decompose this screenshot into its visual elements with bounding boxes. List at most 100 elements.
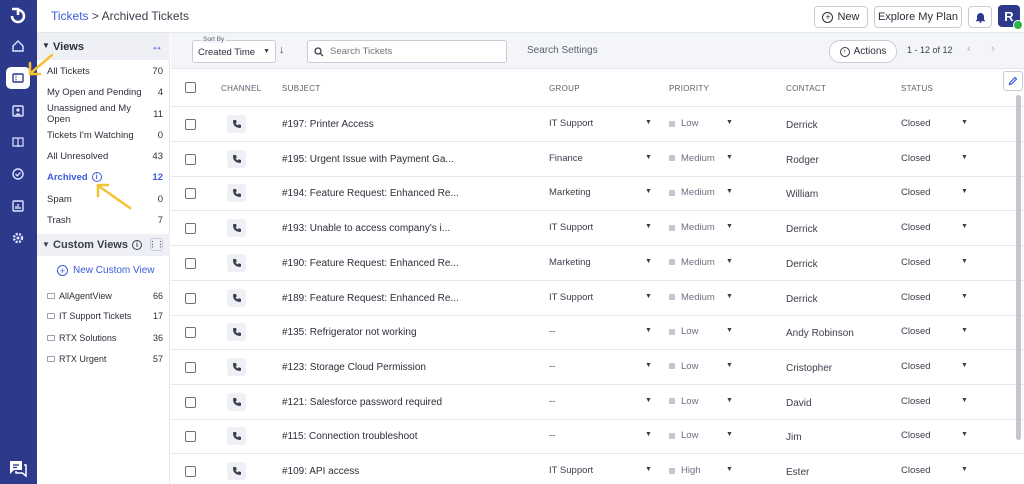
custom-view-item-it-support[interactable]: IT Support Tickets 17 <box>47 308 163 324</box>
vertical-scrollbar[interactable] <box>1016 95 1021 440</box>
prev-page-icon[interactable]: ‹ <box>967 43 971 55</box>
group-dropdown-caret-icon[interactable]: ▼ <box>645 431 652 438</box>
row-checkbox[interactable] <box>185 361 196 373</box>
row-checkbox[interactable] <box>185 431 196 443</box>
contact-value[interactable]: Derrick <box>786 224 818 235</box>
contact-value[interactable]: David <box>786 398 812 409</box>
table-row[interactable]: #193: Unable to access company's i... IT … <box>171 211 1024 247</box>
settings-gear-icon[interactable] <box>6 227 30 249</box>
status-dropdown-caret-icon[interactable]: ▼ <box>961 466 968 473</box>
table-row[interactable]: #189: Feature Request: Enhanced Re... IT … <box>171 281 1024 316</box>
priority-dropdown-caret-icon[interactable]: ▼ <box>726 431 733 438</box>
table-row[interactable]: #197: Printer Access IT Support ▼ Low ▼ Derri… <box>171 107 1024 142</box>
table-row[interactable]: #190: Feature Request: Enhanced Re... Mar… <box>171 246 1024 281</box>
new-button[interactable]: + New <box>814 6 868 28</box>
search-box[interactable] <box>307 40 507 63</box>
select-all-checkbox[interactable] <box>185 82 196 93</box>
knowledge-base-icon[interactable] <box>6 131 30 153</box>
status-dropdown-caret-icon[interactable]: ▼ <box>961 223 968 230</box>
group-dropdown-caret-icon[interactable]: ▼ <box>645 327 652 334</box>
drag-handle-icon[interactable]: ⋮⋮ <box>149 238 165 251</box>
search-input[interactable] <box>330 46 490 57</box>
contact-value[interactable]: William <box>786 189 818 200</box>
view-item-all-tickets[interactable]: All Tickets 70 <box>47 62 163 80</box>
priority-dropdown-caret-icon[interactable]: ▼ <box>726 119 733 126</box>
new-custom-view-button[interactable]: + New Custom View <box>57 265 155 276</box>
custom-view-item-rtx-urgent[interactable]: RTX Urgent 57 <box>47 351 163 367</box>
sort-by-select[interactable]: Sort By Created Time ▼ <box>192 36 276 63</box>
priority-dropdown-caret-icon[interactable]: ▼ <box>726 327 733 334</box>
view-item-all-unresolved[interactable]: All Unresolved 43 <box>47 147 163 165</box>
contact-value[interactable]: Jim <box>786 432 802 443</box>
ticket-subject-link[interactable]: #197: Printer Access <box>282 119 462 130</box>
status-dropdown-caret-icon[interactable]: ▼ <box>961 397 968 404</box>
actions-button[interactable]: › Actions <box>829 40 897 63</box>
edit-columns-button[interactable] <box>1003 71 1023 91</box>
custom-view-item-rtx-solutions[interactable]: RTX Solutions 36 <box>47 330 163 346</box>
ticket-subject-link[interactable]: #123: Storage Cloud Permission <box>282 362 462 373</box>
ticket-subject-link[interactable]: #115: Connection troubleshoot <box>282 431 462 442</box>
status-dropdown-caret-icon[interactable]: ▼ <box>961 188 968 195</box>
col-subject[interactable]: SUBJECT <box>282 84 321 93</box>
status-dropdown-caret-icon[interactable]: ▼ <box>961 293 968 300</box>
priority-dropdown-caret-icon[interactable]: ▼ <box>726 362 733 369</box>
next-page-icon[interactable]: › <box>991 43 995 55</box>
row-checkbox[interactable] <box>185 257 196 269</box>
ticket-subject-link[interactable]: #195: Urgent Issue with Payment Ga... <box>282 154 462 165</box>
priority-dropdown-caret-icon[interactable]: ▼ <box>726 188 733 195</box>
table-row[interactable]: #135: Refrigerator not working -- ▼ Low ▼ And… <box>171 315 1024 351</box>
table-row[interactable]: #195: Urgent Issue with Payment Ga... Fin… <box>171 142 1024 177</box>
col-group[interactable]: GROUP <box>549 84 580 93</box>
priority-dropdown-caret-icon[interactable]: ▼ <box>726 223 733 230</box>
col-channel[interactable]: CHANNEL <box>221 84 261 93</box>
group-dropdown-caret-icon[interactable]: ▼ <box>645 154 652 161</box>
contact-value[interactable]: Andy Robinson <box>786 328 854 339</box>
row-checkbox[interactable] <box>185 292 196 304</box>
group-dropdown-caret-icon[interactable]: ▼ <box>645 466 652 473</box>
status-dropdown-caret-icon[interactable]: ▼ <box>961 258 968 265</box>
contact-value[interactable]: Ester <box>786 467 809 478</box>
group-dropdown-caret-icon[interactable]: ▼ <box>645 362 652 369</box>
group-dropdown-caret-icon[interactable]: ▼ <box>645 397 652 404</box>
contact-value[interactable]: Derrick <box>786 294 818 305</box>
row-checkbox[interactable] <box>185 466 196 477</box>
contact-value[interactable]: Derrick <box>786 120 818 131</box>
view-item-my-open-pending[interactable]: My Open and Pending 4 <box>47 83 163 101</box>
contact-value[interactable]: Derrick <box>786 259 818 270</box>
group-dropdown-caret-icon[interactable]: ▼ <box>645 188 652 195</box>
table-row[interactable]: #194: Feature Request: Enhanced Re... Mar… <box>171 176 1024 212</box>
ticket-subject-link[interactable]: #109: API access <box>282 466 462 477</box>
priority-dropdown-caret-icon[interactable]: ▼ <box>726 154 733 161</box>
view-item-unassigned-my-open[interactable]: Unassigned and My Open 11 <box>47 103 163 125</box>
table-row[interactable]: #121: Salesforce password required -- ▼ Low… <box>171 385 1024 420</box>
tasks-icon[interactable] <box>6 163 30 185</box>
group-dropdown-caret-icon[interactable]: ▼ <box>645 223 652 230</box>
table-row[interactable]: #109: API access IT Support ▼ High ▼ Ester Clo… <box>171 454 1024 484</box>
ticket-subject-link[interactable]: #121: Salesforce password required <box>282 397 462 408</box>
row-checkbox[interactable] <box>185 396 196 408</box>
priority-dropdown-caret-icon[interactable]: ▼ <box>726 293 733 300</box>
row-checkbox[interactable] <box>185 188 196 200</box>
table-row[interactable]: #115: Connection troubleshoot -- ▼ Low ▼ Jim C… <box>171 419 1024 455</box>
info-icon[interactable]: i <box>91 172 102 182</box>
views-header[interactable]: ▼ Views ↔ <box>37 33 170 60</box>
contacts-icon[interactable] <box>6 100 30 122</box>
status-dropdown-caret-icon[interactable]: ▼ <box>961 362 968 369</box>
col-priority[interactable]: PRIORITY <box>669 84 709 93</box>
group-dropdown-caret-icon[interactable]: ▼ <box>645 293 652 300</box>
contact-value[interactable]: Rodger <box>786 155 819 166</box>
ticket-subject-link[interactable]: #190: Feature Request: Enhanced Re... <box>282 258 462 269</box>
sort-direction-arrow-icon[interactable]: ↓ <box>279 44 285 56</box>
status-dropdown-caret-icon[interactable]: ▼ <box>961 327 968 334</box>
priority-dropdown-caret-icon[interactable]: ▼ <box>726 466 733 473</box>
ticket-subject-link[interactable]: #189: Feature Request: Enhanced Re... <box>282 293 462 304</box>
row-checkbox[interactable] <box>185 119 196 130</box>
priority-dropdown-caret-icon[interactable]: ▼ <box>726 258 733 265</box>
view-item-trash[interactable]: Trash 7 <box>47 211 163 229</box>
user-avatar[interactable]: R <box>998 5 1023 30</box>
ticket-subject-link[interactable]: #193: Unable to access company's i... <box>282 223 462 234</box>
priority-dropdown-caret-icon[interactable]: ▼ <box>726 397 733 404</box>
status-dropdown-caret-icon[interactable]: ▼ <box>961 119 968 126</box>
expand-horizontal-icon[interactable]: ↔ <box>151 39 163 53</box>
group-dropdown-caret-icon[interactable]: ▼ <box>645 119 652 126</box>
